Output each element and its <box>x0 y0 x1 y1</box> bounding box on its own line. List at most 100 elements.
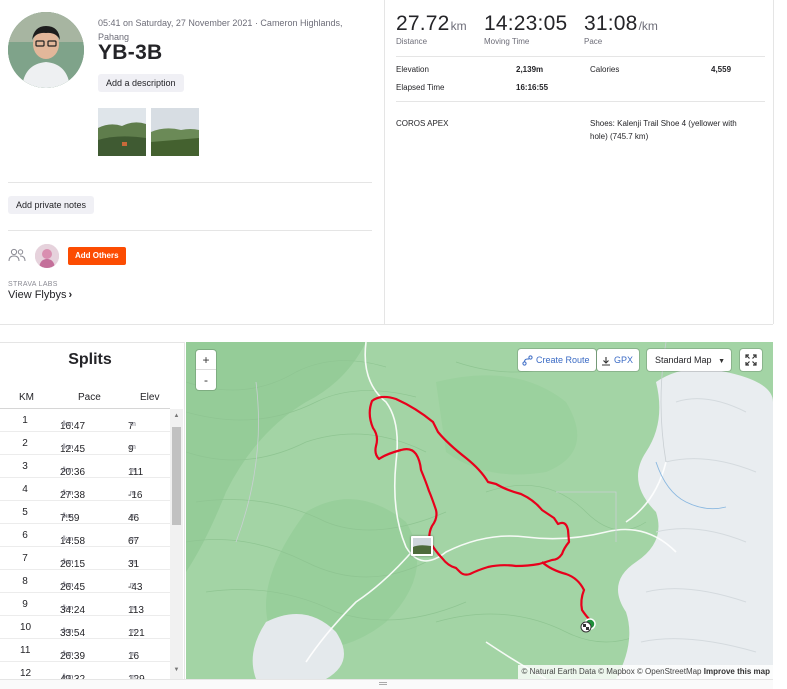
splits-header-pace: Pace <box>78 392 101 403</box>
split-km: 1 <box>22 415 28 426</box>
split-km: 5 <box>22 507 28 518</box>
split-km: 7 <box>22 553 28 564</box>
route-map[interactable]: + - Create Route GPX Standard Map ▼ © Na… <box>186 342 773 679</box>
chevron-right-icon: › <box>68 289 73 301</box>
divider <box>8 230 372 231</box>
download-icon <box>602 356 610 366</box>
splits-title: Splits <box>68 351 112 368</box>
split-elev-unit: m <box>130 536 136 543</box>
divider <box>396 56 765 57</box>
map-photo-marker[interactable] <box>411 536 433 556</box>
zoom-in-button[interactable]: + <box>196 350 216 370</box>
table-row[interactable]: 1 16:47/km 7 m <box>0 409 170 432</box>
activity-meta: 05:41 on Saturday, 27 November 2021 · Ca… <box>98 16 378 44</box>
split-elev-unit: m <box>130 490 136 497</box>
split-pace-unit: /km <box>62 605 74 612</box>
distance-value: 27.72 <box>396 12 450 35</box>
split-elev-unit: m <box>130 628 136 635</box>
moving-time-value: 14:23:05 <box>484 12 568 35</box>
create-route-button[interactable]: Create Route <box>518 349 596 371</box>
scroll-up-arrow-icon[interactable]: ▲ <box>172 412 181 421</box>
split-pace-unit: /km <box>62 490 74 497</box>
split-pace-unit: /km <box>62 421 74 428</box>
add-others-button[interactable]: Add Others <box>68 247 126 265</box>
split-km: 12 <box>20 668 32 679</box>
create-route-label: Create Route <box>536 355 590 365</box>
view-flybys-link[interactable]: View Flybys › <box>8 289 72 301</box>
resize-bar[interactable] <box>0 679 773 689</box>
table-row[interactable]: 8 26:45/km -43 m <box>0 570 170 593</box>
view-flybys-label: View Flybys <box>8 289 67 301</box>
split-km: 11 <box>20 645 31 656</box>
map-attribution: © Natural Earth Data © Mapbox © OpenStre… <box>517 665 773 679</box>
group-athletes-icon <box>8 248 26 262</box>
elevation-label: Elevation <box>396 65 429 74</box>
map-terrain <box>186 342 773 679</box>
splits-header-elev: Elev <box>140 392 160 403</box>
table-row[interactable]: 1249:32/km129m <box>0 662 170 679</box>
download-gpx-button[interactable]: GPX <box>597 349 640 371</box>
split-elev-unit: m <box>130 559 136 566</box>
map-style-label: Standard Map <box>655 355 712 365</box>
add-description-button[interactable]: Add a description <box>98 74 184 92</box>
divider <box>8 182 372 183</box>
table-row[interactable]: 4 27:38/km -16 m <box>0 478 170 501</box>
split-elev-unit: m <box>130 421 136 428</box>
elapsed-time-label: Elapsed Time <box>396 83 445 92</box>
panel-border <box>773 0 774 324</box>
splits-scrollbar-thumb[interactable] <box>172 427 181 525</box>
activity-photo[interactable] <box>151 108 199 156</box>
zoom-out-button[interactable]: - <box>196 370 216 390</box>
split-elev-unit: m <box>130 467 136 474</box>
table-row[interactable]: 9 34:24/km 113 m <box>0 593 170 616</box>
attribution-text[interactable]: © Natural Earth Data © Mapbox © OpenStre… <box>522 667 702 676</box>
calories-label: Calories <box>590 65 620 74</box>
table-row[interactable]: 7 26:15/km 31 m <box>0 547 170 570</box>
stat-moving-time: 14:23:05 Moving Time <box>484 12 567 46</box>
strava-labs-label: STRAVA LABS <box>8 281 58 288</box>
group-member-avatar[interactable] <box>35 244 59 268</box>
zoom-controls: + - <box>196 350 216 390</box>
split-pace-unit: /km <box>62 651 74 658</box>
table-row[interactable]: 10 33:54/km 121 m <box>0 616 170 639</box>
split-elev-unit: m <box>130 651 136 658</box>
device-name: COROS APEX <box>396 119 449 128</box>
split-km: 8 <box>22 576 28 587</box>
split-km: 9 <box>22 599 28 610</box>
map-style-select[interactable]: Standard Map ▼ <box>647 349 731 371</box>
elevation-value: 2,139m <box>516 65 544 74</box>
split-km: 6 <box>22 530 28 541</box>
split-pace-unit: /km <box>62 467 74 474</box>
athlete-avatar[interactable] <box>8 12 84 88</box>
pace-unit: /km <box>638 19 658 33</box>
table-row[interactable]: 11 26:39/km 16 m <box>0 639 170 662</box>
table-row[interactable]: 3 20:36/km 111 m <box>0 455 170 478</box>
split-elev-unit: m <box>130 444 136 451</box>
table-row[interactable]: 6 14:58/km 67 m <box>0 524 170 547</box>
table-row[interactable]: 2 12:45/km 9 m <box>0 432 170 455</box>
pace-label: Pace <box>584 37 603 46</box>
route-icon <box>522 355 533 366</box>
caret-down-icon: ▼ <box>718 358 725 365</box>
table-row[interactable]: 5 7:59/km 46 m <box>0 501 170 524</box>
fullscreen-icon <box>745 354 757 366</box>
elapsed-time-value: 16:16:55 <box>516 83 549 92</box>
pace-value: 31:08 <box>584 12 638 35</box>
splits-panel: Splits KM Pace Elev 1 16:47/km 7 m 2 12:45/km… <box>0 342 185 679</box>
resize-grip-icon[interactable] <box>379 682 387 685</box>
split-pace-unit: /km <box>62 444 74 451</box>
improve-map-link[interactable]: Improve this map <box>704 667 770 676</box>
finish-marker-icon[interactable] <box>580 621 592 633</box>
splits-header-km: KM <box>19 392 34 403</box>
activity-photo[interactable] <box>98 108 146 156</box>
split-elev-unit: m <box>130 605 136 612</box>
split-km: 4 <box>22 484 28 495</box>
split-km: 3 <box>22 461 28 472</box>
add-private-notes-button[interactable]: Add private notes <box>8 196 95 214</box>
activity-title[interactable]: YB-3B <box>98 41 163 65</box>
stat-distance: 27.72km Distance <box>396 12 467 46</box>
split-pace-unit: /km <box>62 582 74 589</box>
fullscreen-button[interactable] <box>740 349 762 371</box>
panel-border <box>0 324 773 325</box>
scroll-down-arrow-icon[interactable]: ▼ <box>172 666 181 675</box>
